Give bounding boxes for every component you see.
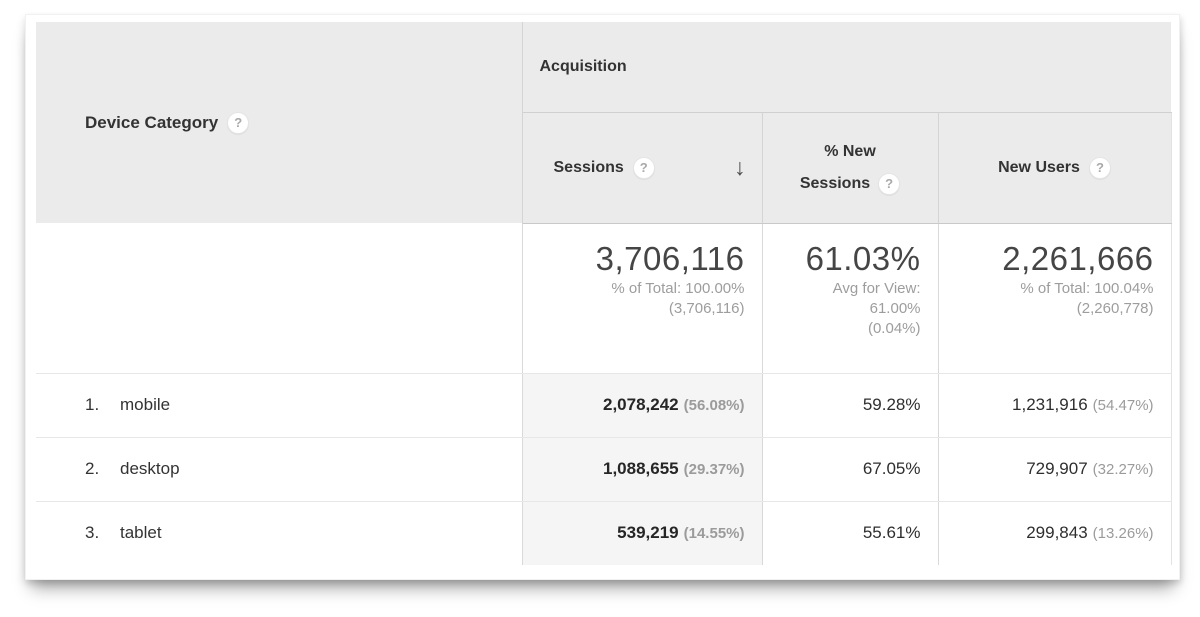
device-cell: 2.desktop [36,437,522,501]
sessions-value: 539,219 [617,523,678,542]
device-category-label: Device Category [85,113,218,133]
table-row-tablet: 3.tablet 539,219 (14.55%) 55.61% 299,843 (… [36,501,1171,565]
sessions-share: (14.55%) [684,525,745,542]
percent-new-avg: 61.00% [763,299,921,319]
sessions-cell: 1,088,655 (29.37%) [522,437,762,501]
new-users-value: 1,231,916 [1012,395,1088,414]
device-name: mobile [120,395,170,414]
row-index: 2. [85,459,120,479]
sessions-total-note: % of Total: 100.00% [523,279,745,299]
sessions-total: 3,706,116 [523,239,745,279]
new-users-share: (13.26%) [1093,525,1154,542]
summary-row: 3,706,116 % of Total: 100.00% (3,706,116… [36,223,1171,373]
device-cell: 1.mobile [36,373,522,437]
page: Device Category ? Acquisition Sessions [0,0,1200,617]
new-users-cell: 299,843 (13.26%) [938,501,1171,565]
new-users-value: 299,843 [1026,523,1087,542]
summary-percent-new-sessions: 61.03% Avg for View: 61.00% (0.04%) [762,223,938,373]
sort-descending-icon[interactable]: ↓ [734,156,746,179]
device-name: tablet [120,523,162,542]
table-row-mobile: 1.mobile 2,078,242 (56.08%) 59.28% 1,231,… [36,373,1171,437]
percent-new-total: 61.03% [763,239,921,279]
help-icon[interactable]: ? [878,173,900,195]
summary-dimension-cell [36,223,522,373]
row-index: 1. [85,395,120,415]
column-header-device-category[interactable]: Device Category ? [36,22,522,223]
percent-new-note: Avg for View: [763,279,921,299]
new-users-cell: 729,907 (32.27%) [938,437,1171,501]
percent-new-value: 67.05% [863,459,921,478]
acquisition-label: Acquisition [540,58,627,75]
new-users-total: 2,261,666 [939,239,1154,279]
sessions-value: 2,078,242 [603,395,679,414]
row-index: 3. [85,523,120,543]
sessions-label: Sessions [554,159,624,177]
new-users-share: (32.27%) [1093,461,1154,478]
help-icon[interactable]: ? [227,112,249,134]
sessions-cell: 539,219 (14.55%) [522,501,762,565]
percent-new-label-line2: Sessions [800,168,870,200]
percent-new-sessions-cell: 55.61% [762,501,938,565]
percent-new-sessions-cell: 59.28% [762,373,938,437]
sessions-share: (56.08%) [684,397,745,414]
column-header-sessions[interactable]: Sessions ? ↓ [522,112,762,223]
group-header-acquisition: Acquisition [522,22,1171,112]
percent-new-delta: (0.04%) [763,319,921,339]
percent-new-value: 59.28% [863,395,921,414]
device-cell: 3.tablet [36,501,522,565]
new-users-share: (54.47%) [1093,397,1154,414]
device-name: desktop [120,459,180,478]
new-users-label: New Users [998,159,1080,177]
new-users-note: % of Total: 100.04% [939,279,1154,299]
sessions-share: (29.37%) [684,461,745,478]
table-row-desktop: 2.desktop 1,088,655 (29.37%) 67.05% 729,9… [36,437,1171,501]
percent-new-value: 55.61% [863,523,921,542]
acquisition-table: Device Category ? Acquisition Sessions [36,22,1172,565]
percent-new-label-line1: % New [824,143,876,160]
new-users-cell: 1,231,916 (54.47%) [938,373,1171,437]
column-header-new-users[interactable]: New Users ? [938,112,1171,223]
sessions-value: 1,088,655 [603,459,679,478]
new-users-raw: (2,260,778) [939,299,1154,319]
summary-sessions: 3,706,116 % of Total: 100.00% (3,706,116… [522,223,762,373]
help-icon[interactable]: ? [1089,157,1111,179]
analytics-table-card: Device Category ? Acquisition Sessions [25,14,1180,580]
column-header-percent-new-sessions[interactable]: % New Sessions ? [762,112,938,223]
sessions-total-raw: (3,706,116) [523,299,745,319]
percent-new-sessions-cell: 67.05% [762,437,938,501]
summary-new-users: 2,261,666 % of Total: 100.04% (2,260,778… [938,223,1171,373]
sessions-cell: 2,078,242 (56.08%) [522,373,762,437]
help-icon[interactable]: ? [633,157,655,179]
new-users-value: 729,907 [1026,459,1087,478]
